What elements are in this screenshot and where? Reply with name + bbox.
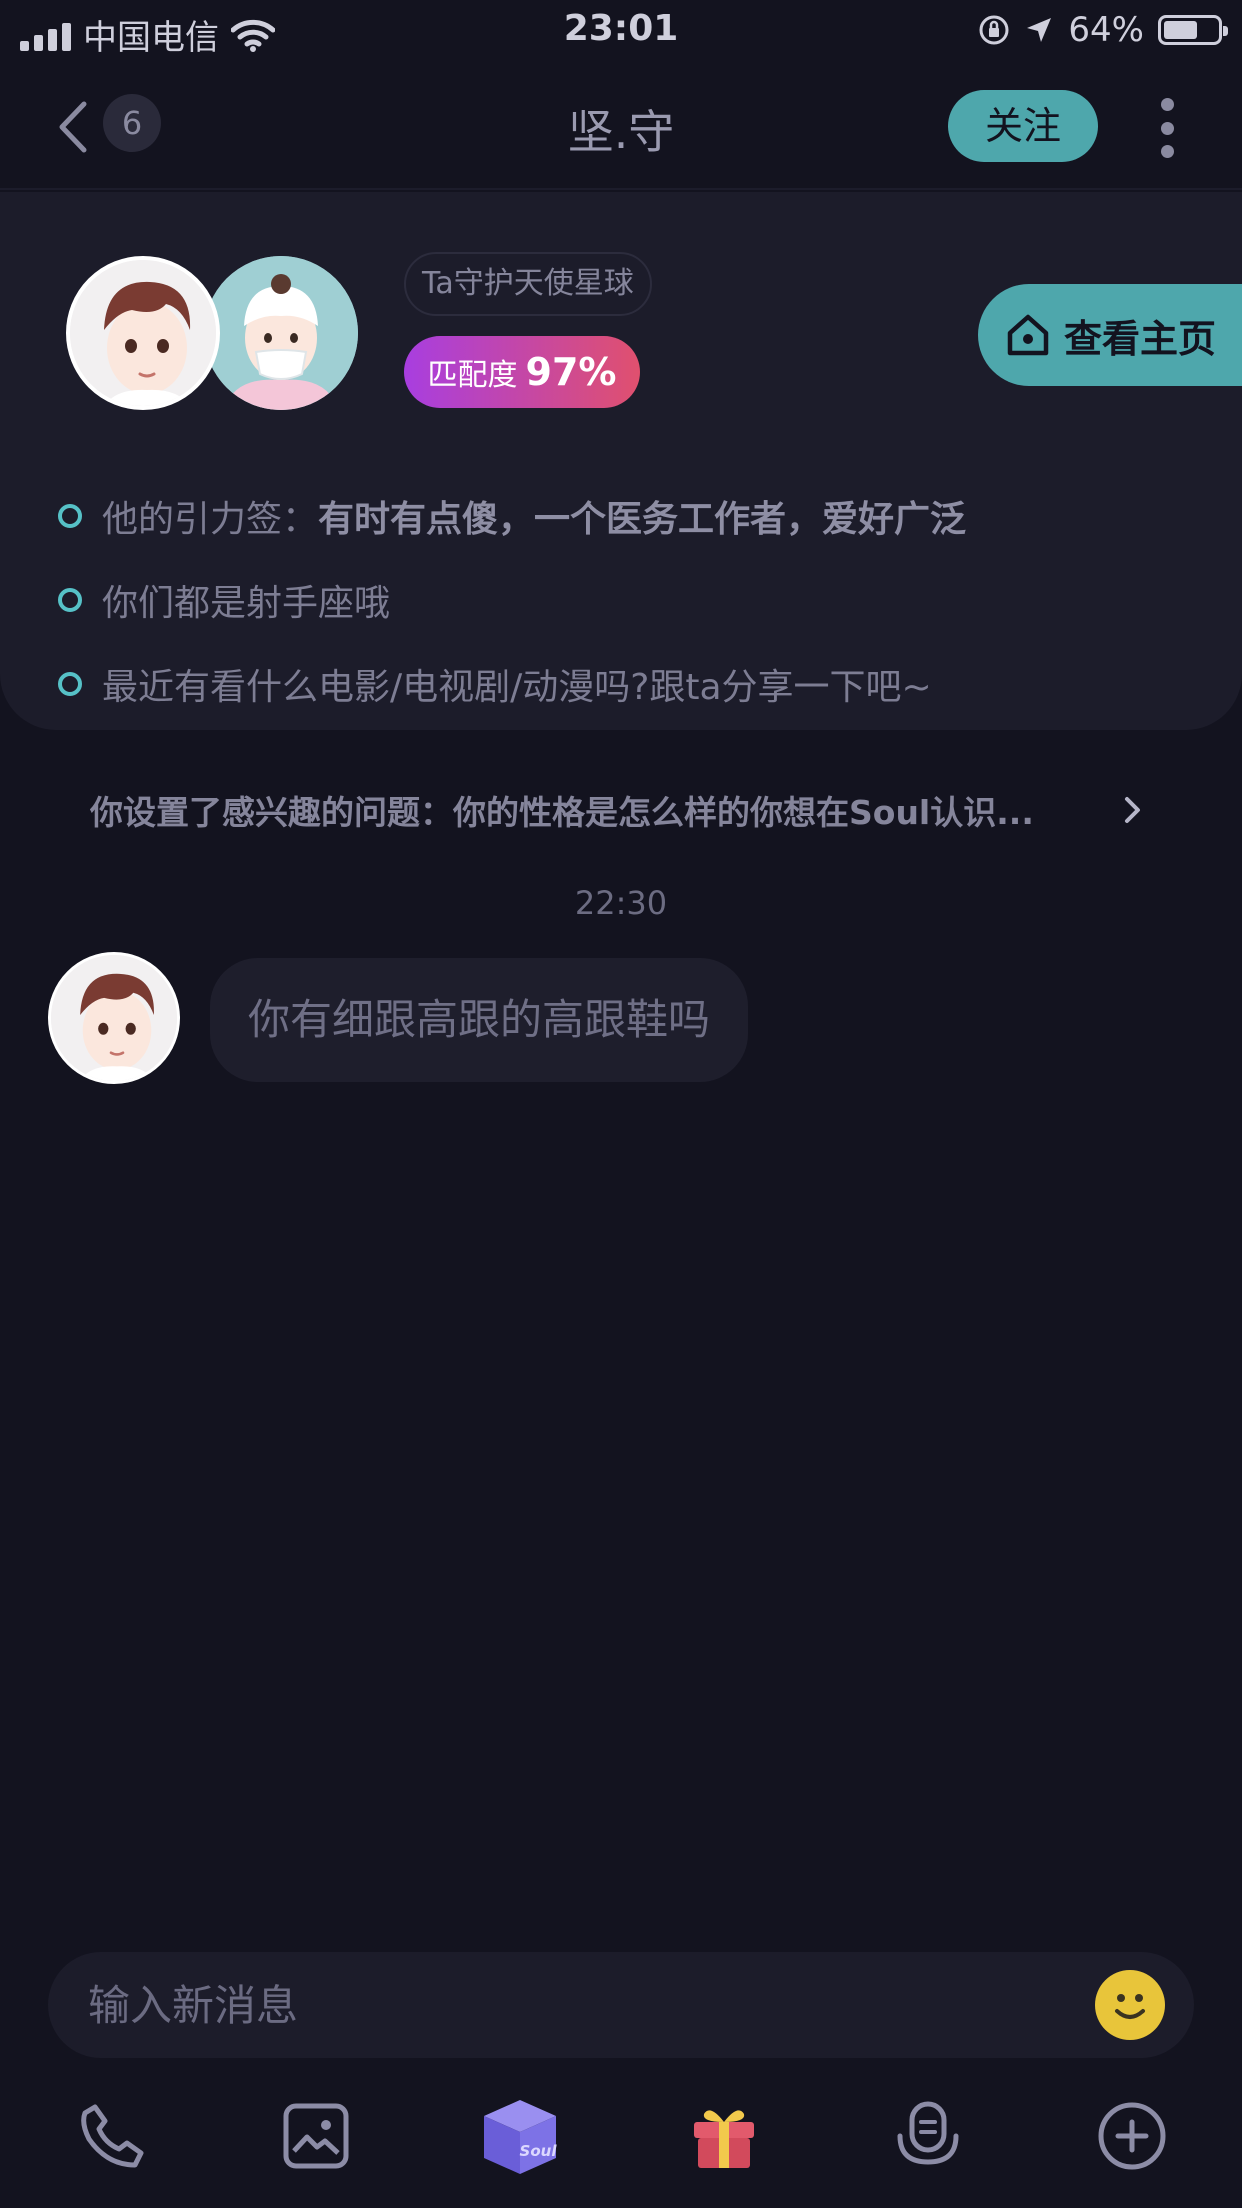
nav-bar: 6 坚.守 关注 bbox=[0, 62, 1242, 190]
battery-percent: 64% bbox=[1068, 10, 1144, 50]
soul-box-label: Soul bbox=[520, 2142, 558, 2160]
chevron-right-icon bbox=[1125, 797, 1141, 823]
tip-text: 他的引力签： bbox=[102, 499, 319, 540]
more-options-icon[interactable] bbox=[1158, 98, 1176, 158]
gift-icon[interactable] bbox=[678, 2090, 770, 2182]
match-value: 97% bbox=[525, 350, 617, 394]
tip-text: 最近有看什么电影/电视剧/动漫吗?跟ta分享一下吧~ bbox=[102, 667, 932, 708]
tip-highlight: 有时有点傻，一个医务工作者，爱好广泛 bbox=[318, 499, 967, 540]
message-input[interactable] bbox=[88, 1952, 1088, 2058]
interest-question-text: 你设置了感兴趣的问题：你的性格是怎么样的你想在Soul认识... bbox=[90, 793, 1034, 832]
emoji-icon[interactable] bbox=[1094, 1969, 1166, 2041]
match-label: 匹配度 bbox=[427, 358, 518, 393]
orientation-lock-icon bbox=[979, 15, 1009, 45]
tip-item: 你们都是射手座哦 bbox=[58, 558, 966, 642]
follow-button[interactable]: 关注 bbox=[948, 90, 1098, 162]
planet-tag: Ta守护天使星球 bbox=[404, 252, 652, 316]
location-icon bbox=[1027, 18, 1052, 42]
partner-avatar[interactable] bbox=[66, 256, 220, 410]
tip-item: 最近有看什么电影/电视剧/动漫吗?跟ta分享一下吧~ bbox=[58, 642, 966, 726]
message-timestamp: 22:30 bbox=[574, 884, 668, 922]
interest-question[interactable]: 你设置了感兴趣的问题：你的性格是怎么样的你想在Soul认识... bbox=[90, 780, 1152, 840]
match-badge[interactable]: 匹配度 97% bbox=[404, 336, 640, 408]
message-avatar[interactable] bbox=[48, 952, 180, 1084]
status-bar: 中国电信 23:01 64% bbox=[0, 0, 1242, 62]
image-icon[interactable] bbox=[270, 2090, 362, 2182]
bullet-icon bbox=[58, 504, 82, 528]
chat-screen: 中国电信 23:01 64% 6 坚.守 关注 Ta守护天使星球 匹配度 97%… bbox=[0, 0, 1242, 2208]
bullet-icon bbox=[58, 672, 82, 696]
message-bubble[interactable]: 你有细跟高跟的高跟鞋吗 bbox=[210, 958, 749, 1082]
bullet-icon bbox=[58, 588, 82, 612]
status-right: 64% bbox=[978, 10, 1228, 50]
tip-item: 他的引力签： 有时有点傻，一个医务工作者，爱好广泛 bbox=[58, 474, 966, 558]
message-input-bar bbox=[48, 1952, 1194, 2058]
view-homepage-button[interactable]: 查看主页 bbox=[978, 284, 1242, 386]
battery-icon bbox=[1158, 15, 1228, 45]
soul-box-icon[interactable]: Soul bbox=[474, 2090, 566, 2182]
voice-icon[interactable] bbox=[882, 2090, 974, 2182]
tip-text: 你们都是射手座哦 bbox=[102, 583, 391, 624]
home-icon bbox=[1007, 314, 1049, 356]
bottom-toolbar: Soul bbox=[0, 2090, 1242, 2182]
match-tips: 他的引力签： 有时有点傻，一个医务工作者，爱好广泛 你们都是射手座哦 最近有看什么… bbox=[58, 474, 966, 726]
homepage-label: 查看主页 bbox=[1064, 316, 1217, 361]
my-avatar[interactable] bbox=[204, 256, 358, 410]
phone-icon[interactable] bbox=[66, 2090, 158, 2182]
profile-card: Ta守护天使星球 匹配度 97% 查看主页 他的引力签： 有时有点傻，一个医务工作… bbox=[0, 192, 1242, 730]
plus-icon[interactable] bbox=[1086, 2090, 1178, 2182]
